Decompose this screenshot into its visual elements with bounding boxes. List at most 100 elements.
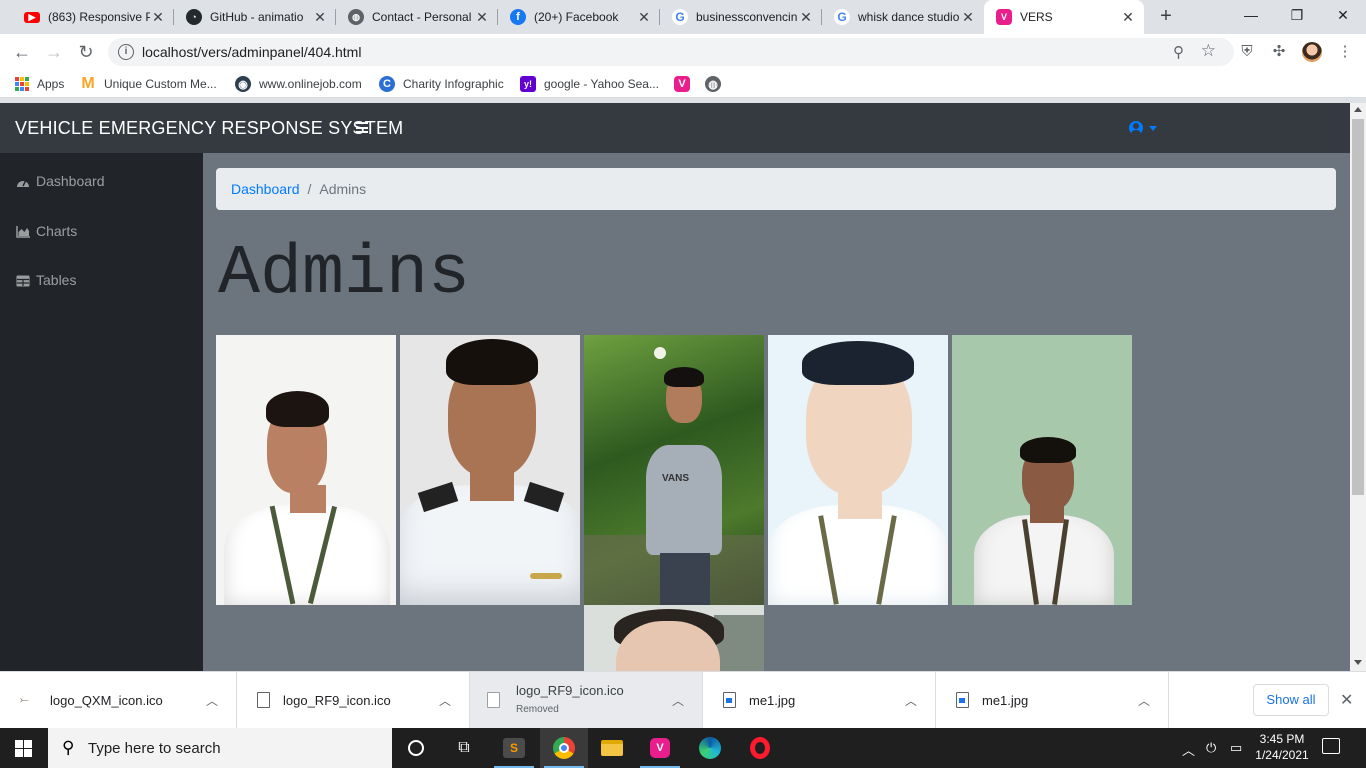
forward-button[interactable]: → <box>42 40 66 64</box>
tab-title: (863) Responsive P <box>48 10 150 24</box>
clock-time: 3:45 PM <box>1259 732 1305 746</box>
bookmark-yahoo-search[interactable]: y! google - Yahoo Sea... <box>520 75 659 93</box>
edge-icon[interactable] <box>686 728 734 768</box>
minimize-button[interactable]: — <box>1228 0 1274 32</box>
caret-down-icon <box>1149 125 1157 131</box>
bookmark-onlinejob[interactable]: ◉ www.onlinejob.com <box>235 75 362 93</box>
image-file-icon <box>723 692 736 708</box>
chevron-up-icon[interactable]: ︿ <box>905 692 917 709</box>
address-bar[interactable]: i localhost/vers/adminpanel/404.html ⚲ ☆ <box>108 38 1234 66</box>
sidebar-item-dashboard[interactable]: Dashboard <box>16 172 105 190</box>
new-tab-button[interactable]: + <box>1156 6 1176 26</box>
taskbar-search-placeholder: Type here to search <box>88 740 221 757</box>
profile-avatar-icon[interactable] <box>1302 42 1322 62</box>
scrollbar-thumb[interactable] <box>1352 119 1364 495</box>
sidebar-item-charts[interactable]: Charts <box>16 222 77 240</box>
chevron-up-icon[interactable]: ︿ <box>1138 692 1150 709</box>
navbar-brand[interactable]: VEHICLE EMERGENCY RESPONSE SYSTEM <box>15 118 403 139</box>
bookmark-vers[interactable]: V <box>674 75 698 93</box>
chrome-icon[interactable] <box>540 728 588 768</box>
browser-tab[interactable]: ◍ Contact - Personal ✕ <box>336 0 498 34</box>
globe-icon: ◍ <box>348 9 364 25</box>
download-item-removed[interactable]: logo_RF9_icon.ico Removed ︿ <box>470 672 703 729</box>
tab-close-icon[interactable]: ✕ <box>150 9 166 26</box>
onlinejob-icon: ◉ <box>235 76 251 92</box>
page-title: Admins <box>218 235 471 314</box>
reload-button[interactable]: ↻ <box>74 40 98 64</box>
bookmark-star-icon[interactable]: ☆ <box>1201 41 1216 61</box>
zoom-icon[interactable]: ⚲ <box>1173 43 1184 61</box>
youtube-icon: ▶ <box>24 11 40 23</box>
sidebar-toggle-icon[interactable] <box>356 122 368 133</box>
tab-close-icon[interactable]: ✕ <box>474 9 490 26</box>
tab-title: VERS <box>1020 10 1053 24</box>
tab-title: whisk dance studio <box>858 10 960 24</box>
breadcrumb-dashboard-link[interactable]: Dashboard <box>231 181 300 197</box>
show-all-downloads-button[interactable]: Show all <box>1253 684 1329 716</box>
task-view-icon[interactable]: ⧉ <box>440 728 488 768</box>
file-explorer-icon[interactable] <box>588 728 636 768</box>
canva-icon: C <box>379 76 395 92</box>
extensions-puzzle-icon[interactable]: ✣ <box>1270 43 1288 61</box>
tab-close-icon[interactable]: ✕ <box>636 9 652 26</box>
windows-start-icon[interactable] <box>15 740 32 757</box>
cortana-icon[interactable] <box>392 728 440 768</box>
admin-photo-1 <box>216 335 396 605</box>
bookmark-unique-custom[interactable]: M Unique Custom Me... <box>80 75 216 93</box>
bookmark-apps[interactable]: Apps <box>15 75 64 93</box>
taskbar-clock[interactable]: 3:45 PM 1/24/2021 <box>1254 731 1310 763</box>
site-info-icon[interactable]: i <box>118 44 134 60</box>
browser-tab[interactable]: ▶ (863) Responsive P ✕ <box>12 0 174 34</box>
restore-button[interactable]: ❐ <box>1274 0 1320 32</box>
download-shelf: ⤚ logo_QXM_icon.ico ︿ logo_RF9_icon.ico … <box>0 671 1366 729</box>
notification-icon[interactable] <box>1322 738 1340 754</box>
chevron-up-icon[interactable]: ︿ <box>206 692 218 709</box>
globe-bookmark-icon: ◍ <box>705 76 721 92</box>
tab-close-icon[interactable]: ✕ <box>798 9 814 26</box>
page-scrollbar[interactable] <box>1350 103 1366 671</box>
close-window-button[interactable]: ✕ <box>1320 0 1366 32</box>
browser-tab[interactable]: f (20+) Facebook ✕ <box>498 0 660 34</box>
sidebar-item-label: Dashboard <box>36 173 105 189</box>
taskbar-search-box[interactable]: ⚲ Type here to search <box>48 728 392 768</box>
dashboard-icon <box>16 174 30 188</box>
bookmarks-bar: Apps M Unique Custom Me... ◉ www.onlinej… <box>0 70 1366 98</box>
chrome-menu-icon[interactable]: ⋮ <box>1336 43 1354 61</box>
download-item[interactable]: ⤚ logo_QXM_icon.ico ︿ <box>4 672 237 729</box>
browser-tab[interactable]: ◔ GitHub - animatio ✕ <box>174 0 336 34</box>
opera-icon[interactable] <box>736 728 784 768</box>
download-item[interactable]: me1.jpg ︿ <box>936 672 1169 729</box>
tab-close-icon[interactable]: ✕ <box>960 9 976 26</box>
browser-tab[interactable]: G businessconvencin ✕ <box>660 0 822 34</box>
bookmark-globe[interactable]: ◍ <box>705 75 729 93</box>
yahoo-icon: y! <box>520 76 536 92</box>
user-dropdown[interactable] <box>1129 121 1157 135</box>
browser-tab[interactable]: G whisk dance studio ✕ <box>822 0 984 34</box>
m-logo-icon: M <box>81 75 95 92</box>
shield-extension-icon[interactable]: ⛨ <box>1238 43 1256 61</box>
breadcrumb-current: Admins <box>319 181 367 197</box>
chevron-up-icon[interactable]: ︿ <box>672 692 684 709</box>
sidebar-item-tables[interactable]: Tables <box>16 271 76 289</box>
close-download-shelf-icon[interactable]: ✕ <box>1340 690 1353 710</box>
apps-grid-icon <box>15 77 29 91</box>
tray-chevron-up-icon[interactable]: ︿ <box>1182 740 1195 759</box>
top-navbar: VEHICLE EMERGENCY RESPONSE SYSTEM <box>0 103 1350 153</box>
bookmark-charity-infographic[interactable]: C Charity Infographic <box>379 75 504 93</box>
browser-tab-active[interactable]: V VERS ✕ <box>984 0 1144 34</box>
main-content: Dashboard / Admins Admins VANS <box>203 153 1350 671</box>
sublime-text-icon[interactable]: S <box>490 728 538 768</box>
back-button[interactable]: ← <box>10 40 34 64</box>
breadcrumb-separator: / <box>307 181 312 197</box>
user-circle-icon <box>1129 121 1143 135</box>
vers-app-icon[interactable]: V <box>636 728 684 768</box>
chevron-up-icon[interactable]: ︿ <box>439 692 451 709</box>
tray-battery-icon[interactable]: ▭ <box>1230 740 1242 756</box>
tray-device-icon[interactable]: ⏻ <box>1206 740 1216 756</box>
url-text[interactable]: localhost/vers/adminpanel/404.html <box>142 44 361 60</box>
google-icon: G <box>672 9 688 25</box>
tab-close-icon[interactable]: ✕ <box>1120 9 1136 26</box>
tab-close-icon[interactable]: ✕ <box>312 9 328 26</box>
download-item[interactable]: logo_RF9_icon.ico ︿ <box>237 672 470 729</box>
download-item[interactable]: me1.jpg ︿ <box>703 672 936 729</box>
